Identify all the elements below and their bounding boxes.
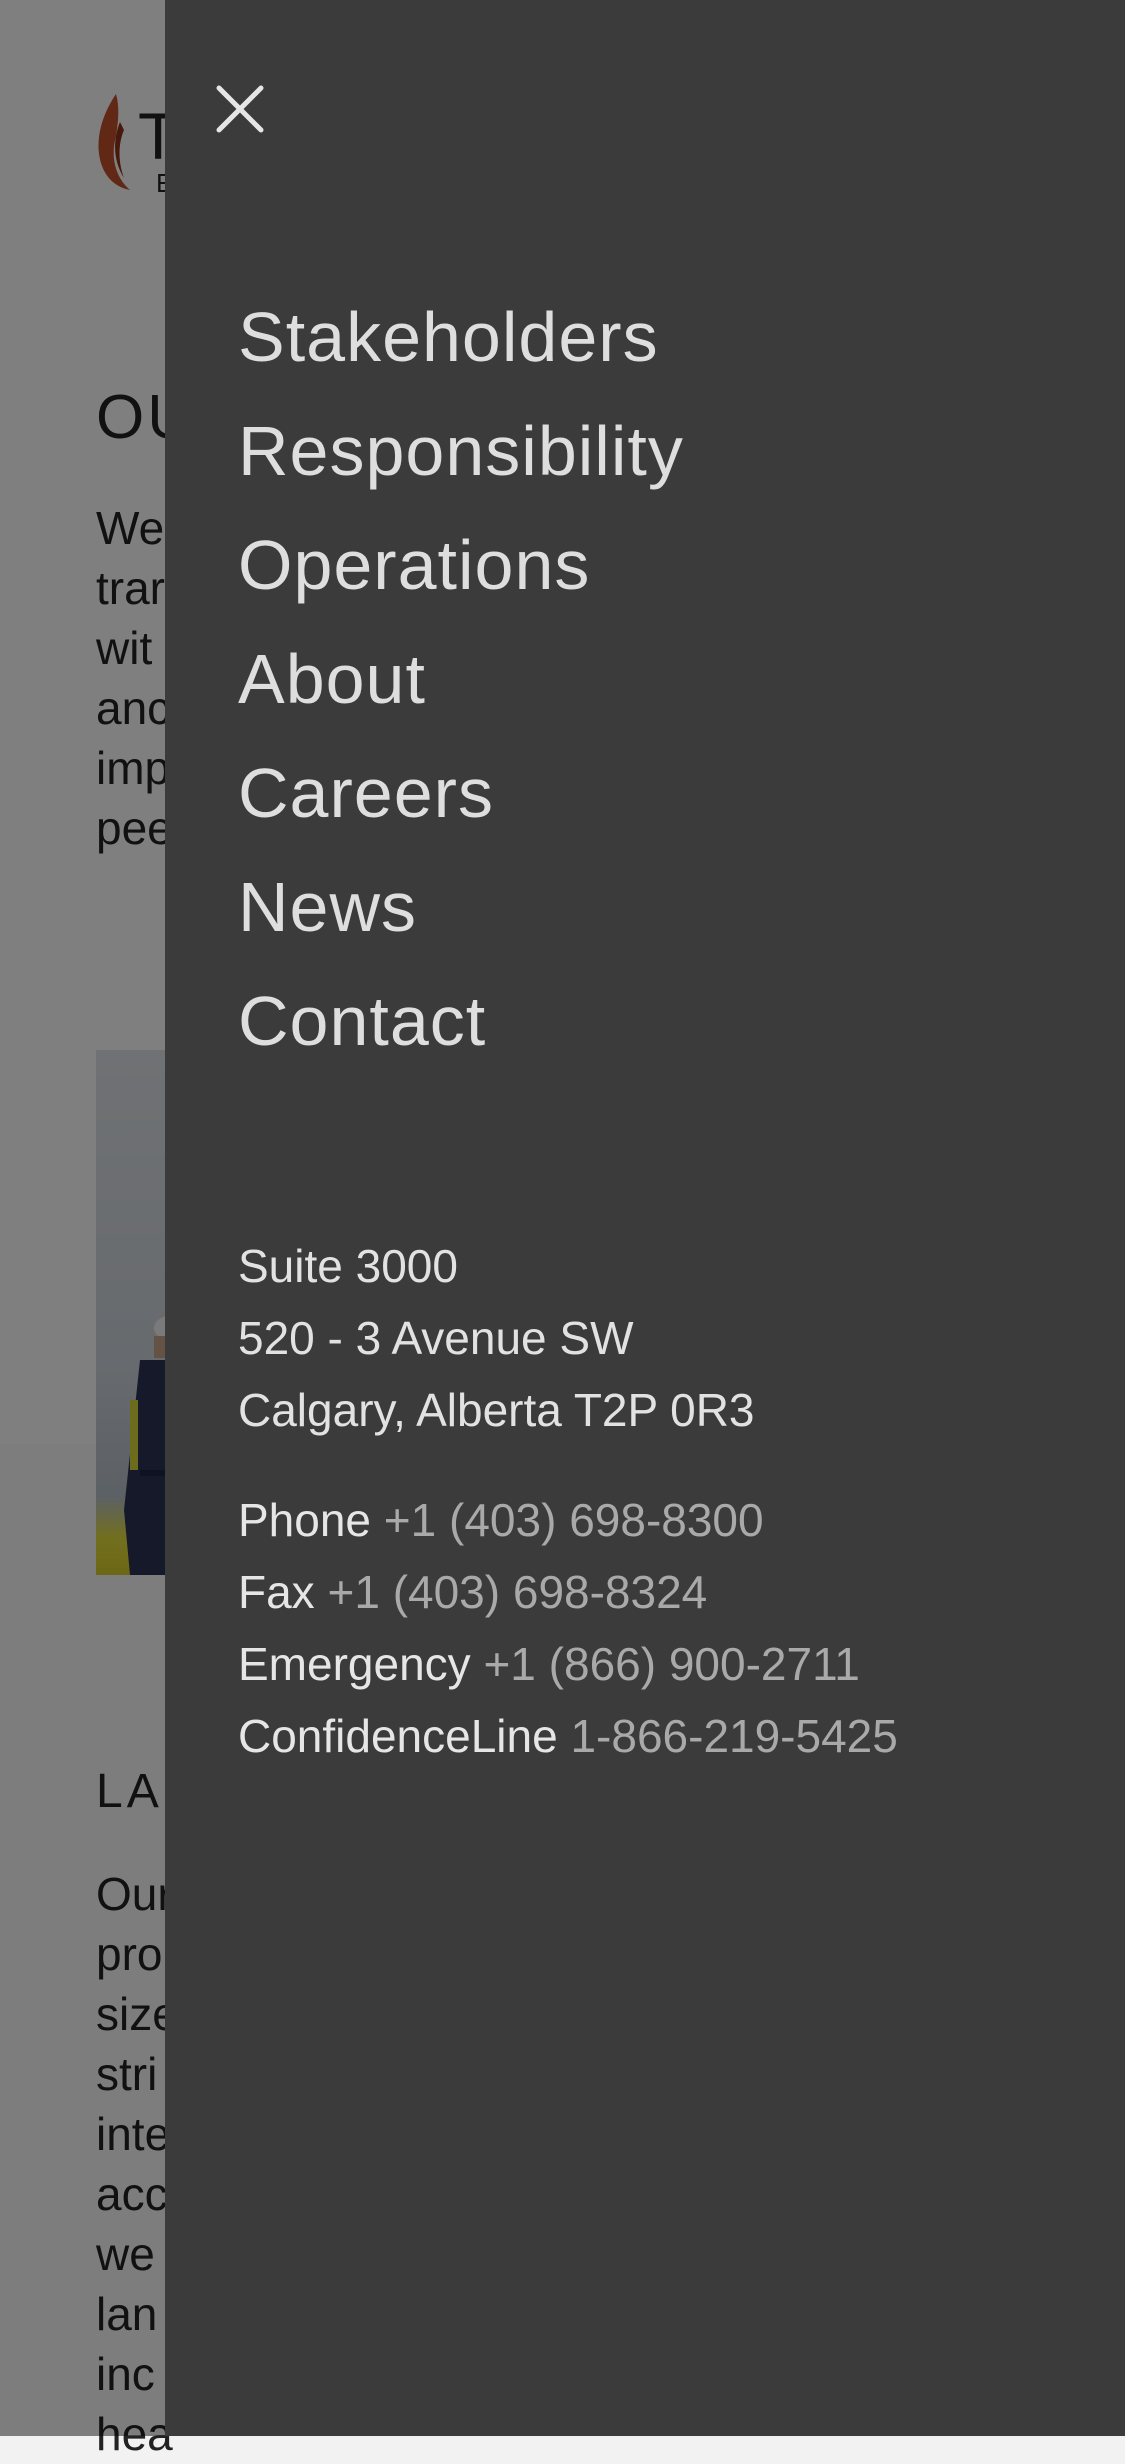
emergency-link[interactable]: +1 (866) 900-2711 bbox=[483, 1638, 859, 1690]
navigation-drawer: Stakeholders Responsibility Operations A… bbox=[165, 0, 1125, 2436]
contact-row-emergency: Emergency +1 (866) 900-2711 bbox=[238, 1628, 898, 1700]
fax-link[interactable]: +1 (403) 698-8324 bbox=[327, 1566, 707, 1618]
contact-list: Phone +1 (403) 698-8300 Fax +1 (403) 698… bbox=[238, 1484, 898, 1772]
nav-item-stakeholders[interactable]: Stakeholders bbox=[238, 280, 684, 394]
contact-row-phone: Phone +1 (403) 698-8300 bbox=[238, 1484, 898, 1556]
nav-item-news[interactable]: News bbox=[238, 850, 684, 964]
phone-link[interactable]: +1 (403) 698-8300 bbox=[384, 1494, 764, 1546]
address-line: Calgary, Alberta T2P 0R3 bbox=[238, 1384, 755, 1436]
office-address: Suite 3000 520 - 3 Avenue SW Calgary, Al… bbox=[238, 1230, 755, 1446]
nav-item-about[interactable]: About bbox=[238, 622, 684, 736]
close-menu-button[interactable] bbox=[213, 82, 267, 136]
nav-item-contact[interactable]: Contact bbox=[238, 964, 684, 1078]
address-line: 520 - 3 Avenue SW bbox=[238, 1312, 634, 1364]
confidenceline-link[interactable]: 1-866-219-5425 bbox=[570, 1710, 897, 1762]
contact-label: Fax bbox=[238, 1566, 328, 1618]
contact-label: Phone bbox=[238, 1494, 384, 1546]
contact-label: ConfidenceLine bbox=[238, 1710, 571, 1762]
nav-item-responsibility[interactable]: Responsibility bbox=[238, 394, 684, 508]
close-icon bbox=[216, 85, 264, 133]
nav-item-operations[interactable]: Operations bbox=[238, 508, 684, 622]
contact-label: Emergency bbox=[238, 1638, 484, 1690]
nav-item-careers[interactable]: Careers bbox=[238, 736, 684, 850]
address-line: Suite 3000 bbox=[238, 1240, 458, 1292]
contact-row-fax: Fax +1 (403) 698-8324 bbox=[238, 1556, 898, 1628]
contact-row-confidenceline: ConfidenceLine 1-866-219-5425 bbox=[238, 1700, 898, 1772]
main-nav: Stakeholders Responsibility Operations A… bbox=[238, 280, 684, 1078]
